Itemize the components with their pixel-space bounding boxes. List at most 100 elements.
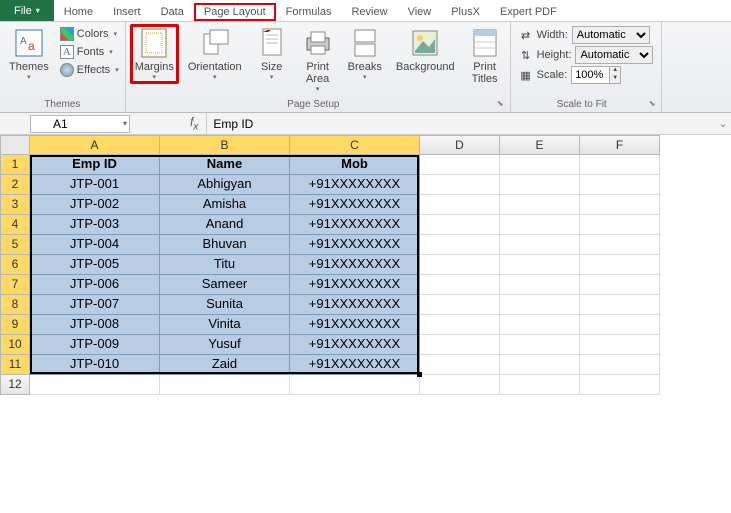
row-header-12[interactable]: 12 [0,375,30,395]
row-header-5[interactable]: 5 [0,235,30,255]
cell-A1[interactable]: Emp ID [30,155,160,175]
cell-D4[interactable] [420,215,500,235]
background-button[interactable]: Background [391,24,460,76]
col-header-A[interactable]: A [30,135,160,155]
fx-icon[interactable]: fx [190,115,198,132]
cell-F12[interactable] [580,375,660,395]
cell-D7[interactable] [420,275,500,295]
breaks-button[interactable]: Breaks [343,24,387,84]
cell-C3[interactable]: +91XXXXXXXX [290,195,420,215]
cell-E12[interactable] [500,375,580,395]
cell-B5[interactable]: Bhuvan [160,235,290,255]
group-label-page-setup[interactable]: Page Setup [130,98,506,112]
width-select[interactable]: Automatic [572,26,650,44]
tab-insert[interactable]: Insert [103,3,151,21]
orientation-button[interactable]: Orientation [183,24,247,84]
cell-C12[interactable] [290,375,420,395]
cell-A5[interactable]: JTP-004 [30,235,160,255]
cell-D3[interactable] [420,195,500,215]
cell-F9[interactable] [580,315,660,335]
cell-D5[interactable] [420,235,500,255]
cell-C5[interactable]: +91XXXXXXXX [290,235,420,255]
cell-D11[interactable] [420,355,500,375]
tab-page-layout[interactable]: Page Layout [194,3,276,21]
cell-F11[interactable] [580,355,660,375]
tab-data[interactable]: Data [151,3,194,21]
col-header-B[interactable]: B [160,135,290,155]
cell-E11[interactable] [500,355,580,375]
cell-C4[interactable]: +91XXXXXXXX [290,215,420,235]
tab-review[interactable]: Review [341,3,397,21]
cell-A11[interactable]: JTP-010 [30,355,160,375]
cell-D1[interactable] [420,155,500,175]
cell-A2[interactable]: JTP-001 [30,175,160,195]
cell-F6[interactable] [580,255,660,275]
cell-A8[interactable]: JTP-007 [30,295,160,315]
cell-B4[interactable]: Anand [160,215,290,235]
cell-B11[interactable]: Zaid [160,355,290,375]
cell-E3[interactable] [500,195,580,215]
scale-input[interactable] [571,66,609,84]
col-header-F[interactable]: F [580,135,660,155]
row-header-6[interactable]: 6 [0,255,30,275]
print-titles-button[interactable]: PrintTitles [464,24,506,88]
select-all-corner[interactable] [0,135,30,155]
row-header-10[interactable]: 10 [0,335,30,355]
height-select[interactable]: Automatic [575,46,653,64]
formula-input[interactable]: Emp ID [206,113,715,134]
cell-A4[interactable]: JTP-003 [30,215,160,235]
cell-A9[interactable]: JTP-008 [30,315,160,335]
cell-C2[interactable]: +91XXXXXXXX [290,175,420,195]
cell-E7[interactable] [500,275,580,295]
tab-plusx[interactable]: PlusX [441,3,490,21]
cell-D10[interactable] [420,335,500,355]
cell-F5[interactable] [580,235,660,255]
scale-spinner[interactable]: ▲▼ [571,66,625,84]
cell-E9[interactable] [500,315,580,335]
row-header-8[interactable]: 8 [0,295,30,315]
cell-B6[interactable]: Titu [160,255,290,275]
cell-F10[interactable] [580,335,660,355]
col-header-D[interactable]: D [420,135,500,155]
cell-F4[interactable] [580,215,660,235]
cell-F3[interactable] [580,195,660,215]
cell-B12[interactable] [160,375,290,395]
margins-button[interactable]: Margins [130,24,179,84]
cell-B9[interactable]: Vinita [160,315,290,335]
cell-B7[interactable]: Sameer [160,275,290,295]
cell-C11[interactable]: +91XXXXXXXX [290,355,420,375]
cell-C10[interactable]: +91XXXXXXXX [290,335,420,355]
formula-expand[interactable]: ⌄ [715,117,731,130]
cell-C9[interactable]: +91XXXXXXXX [290,315,420,335]
cell-E2[interactable] [500,175,580,195]
print-area-button[interactable]: PrintArea [297,24,339,96]
tab-home[interactable]: Home [54,3,103,21]
cell-C7[interactable]: +91XXXXXXXX [290,275,420,295]
cell-D12[interactable] [420,375,500,395]
col-header-E[interactable]: E [500,135,580,155]
cell-A3[interactable]: JTP-002 [30,195,160,215]
cell-E1[interactable] [500,155,580,175]
cell-F2[interactable] [580,175,660,195]
cell-E10[interactable] [500,335,580,355]
tab-formulas[interactable]: Formulas [276,3,342,21]
row-header-4[interactable]: 4 [0,215,30,235]
cell-B3[interactable]: Amisha [160,195,290,215]
name-box[interactable]: A1 [30,115,130,133]
cell-F8[interactable] [580,295,660,315]
row-header-2[interactable]: 2 [0,175,30,195]
effects-button[interactable]: Effects [58,62,121,78]
cell-A6[interactable]: JTP-005 [30,255,160,275]
cell-D8[interactable] [420,295,500,315]
spin-down[interactable]: ▼ [610,75,620,83]
cell-D2[interactable] [420,175,500,195]
fill-handle[interactable] [417,372,422,377]
tab-expert-pdf[interactable]: Expert PDF [490,3,567,21]
cell-C1[interactable]: Mob [290,155,420,175]
colors-button[interactable]: Colors [58,26,121,42]
themes-button[interactable]: Aa Themes [4,24,54,84]
col-header-C[interactable]: C [290,135,420,155]
cell-D9[interactable] [420,315,500,335]
row-header-9[interactable]: 9 [0,315,30,335]
cell-B10[interactable]: Yusuf [160,335,290,355]
